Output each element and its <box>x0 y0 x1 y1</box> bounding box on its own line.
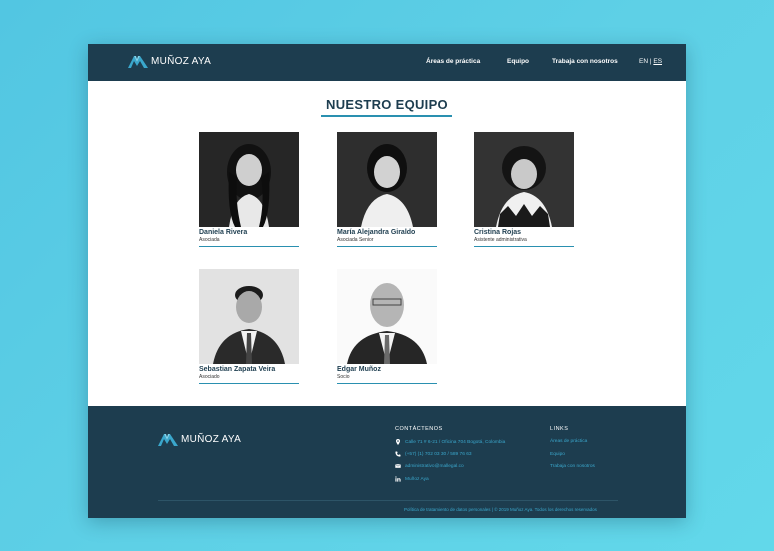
contact-email[interactable]: administrativo@mallegal.co <box>395 463 464 469</box>
member-role: Asociado <box>199 374 220 380</box>
nav-item-equipo[interactable]: Equipo <box>507 58 529 65</box>
member-name: María Alejandra Giraldo <box>337 229 416 236</box>
footer-logo[interactable]: MUÑOZ AYA <box>158 432 241 446</box>
lang-en-link[interactable]: EN <box>639 58 648 65</box>
brand-logo-icon <box>128 56 148 68</box>
copyright-text: Política de tratamiento de datos persona… <box>404 507 597 512</box>
member-name: Sebastian Zapata Veira <box>199 366 276 373</box>
brand-logo-icon <box>158 434 178 446</box>
nav-item-areas[interactable]: Áreas de práctica <box>426 58 480 65</box>
card-underline <box>199 383 299 384</box>
top-navigation-bar: MUÑOZ AYA Áreas de práctica Equipo Traba… <box>88 44 686 81</box>
team-card-maria-alejandra[interactable]: María Alejandra Giraldo Asociada Senior <box>337 132 438 247</box>
contact-heading: CONTÁCTENOS <box>395 426 443 432</box>
contact-phone-text: (+57) (1) 702 03 30 / 589 76 63 <box>405 451 472 457</box>
brand-name: MUÑOZ AYA <box>151 55 212 67</box>
team-card-daniela[interactable]: Daniela Rivera Asociada <box>199 132 300 247</box>
member-name: Cristina Rojas <box>474 229 522 236</box>
footer-link-trabaja[interactable]: Trabaja con nosotros <box>550 464 595 469</box>
links-heading: LINKS <box>550 426 569 432</box>
brand-name: MUÑOZ AYA <box>181 433 242 445</box>
lang-separator: | <box>649 58 652 65</box>
browser-window: MUÑOZ AYA Áreas de práctica Equipo Traba… <box>88 44 686 518</box>
contact-linkedin-text: Muñoz Aya <box>405 476 429 482</box>
card-underline <box>199 246 299 247</box>
card-underline <box>337 246 437 247</box>
team-photo <box>474 132 574 227</box>
member-name: Edgar Muñoz <box>337 366 381 373</box>
location-pin-icon <box>396 439 400 445</box>
lang-es-link[interactable]: ES <box>653 58 662 65</box>
card-underline <box>337 383 437 384</box>
footer-link-areas[interactable]: Áreas de práctica <box>550 439 587 444</box>
phone-icon <box>395 451 401 457</box>
member-role: Asistente administrativa <box>474 237 527 243</box>
contact-linkedin[interactable]: Muñoz Aya <box>395 476 429 482</box>
footer-link-equipo[interactable]: Equipo <box>550 452 565 457</box>
contact-address[interactable]: Calle 71 # 6-21 / Oficina 704 Bogotá, Co… <box>395 439 505 445</box>
page-title: NUESTRO EQUIPO <box>326 97 448 112</box>
title-underline <box>321 115 452 117</box>
header-logo[interactable]: MUÑOZ AYA <box>128 54 211 68</box>
contact-address-text: Calle 71 # 6-21 / Oficina 704 Bogotá, Co… <box>405 439 506 445</box>
footer-divider <box>158 500 618 501</box>
team-photo <box>337 269 437 364</box>
member-role: Socio <box>337 374 350 380</box>
member-role: Asociada <box>199 237 220 243</box>
language-switcher: EN | ES <box>639 58 662 65</box>
contact-phone[interactable]: (+57) (1) 702 03 30 / 589 76 63 <box>395 451 472 457</box>
contact-email-text: administrativo@mallegal.co <box>405 463 464 469</box>
nav-item-trabaja[interactable]: Trabaja con nosotros <box>552 58 618 65</box>
team-card-edgar[interactable]: Edgar Muñoz Socio <box>337 269 438 384</box>
team-card-cristina[interactable]: Cristina Rojas Asistente administrativa <box>474 132 575 247</box>
linkedin-icon <box>395 476 401 482</box>
team-photo <box>199 269 299 364</box>
team-photo <box>337 132 437 227</box>
member-name: Daniela Rivera <box>199 229 248 236</box>
site-footer: MUÑOZ AYA CONTÁCTENOS Calle 71 # 6-21 / … <box>88 406 686 518</box>
team-photo <box>199 132 299 227</box>
member-role: Asociada Senior <box>337 237 374 243</box>
card-underline <box>474 246 574 247</box>
team-card-sebastian[interactable]: Sebastian Zapata Veira Asociado <box>199 269 300 384</box>
mail-icon <box>395 463 401 468</box>
